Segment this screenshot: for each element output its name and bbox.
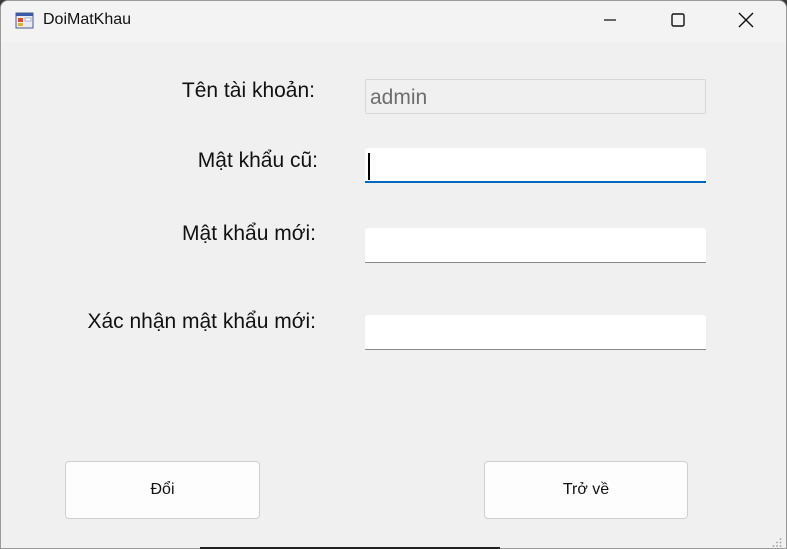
maximize-icon <box>671 12 685 32</box>
title-bar[interactable]: DoiMatKhau <box>1 1 786 43</box>
app-form-icon <box>15 12 34 29</box>
close-icon <box>738 12 754 33</box>
confirm-password-field[interactable] <box>365 315 706 350</box>
close-button[interactable] <box>712 1 780 43</box>
minimize-button[interactable] <box>576 1 644 43</box>
new-password-field[interactable] <box>365 228 706 263</box>
minimize-icon <box>604 13 616 31</box>
old-password-label: Mật khẩu cũ: <box>197 149 318 172</box>
window-title: DoiMatKhau <box>43 11 132 28</box>
text-caret <box>368 153 370 180</box>
username-label: Tên tài khoản: <box>181 79 315 102</box>
confirm-password-label: Xác nhận mật khẩu mới: <box>87 310 316 333</box>
main-window: DoiMatKhau Tên tài khoản: admin Mật khẩu… <box>0 0 787 549</box>
resize-grip-icon[interactable] <box>772 534 782 547</box>
change-password-button[interactable]: Đổi <box>65 461 260 519</box>
new-password-label: Mật khẩu mới: <box>182 222 316 245</box>
old-password-field[interactable] <box>365 148 706 183</box>
back-button[interactable]: Trở về <box>484 461 688 519</box>
maximize-button[interactable] <box>644 1 712 43</box>
username-field: admin <box>365 79 706 114</box>
